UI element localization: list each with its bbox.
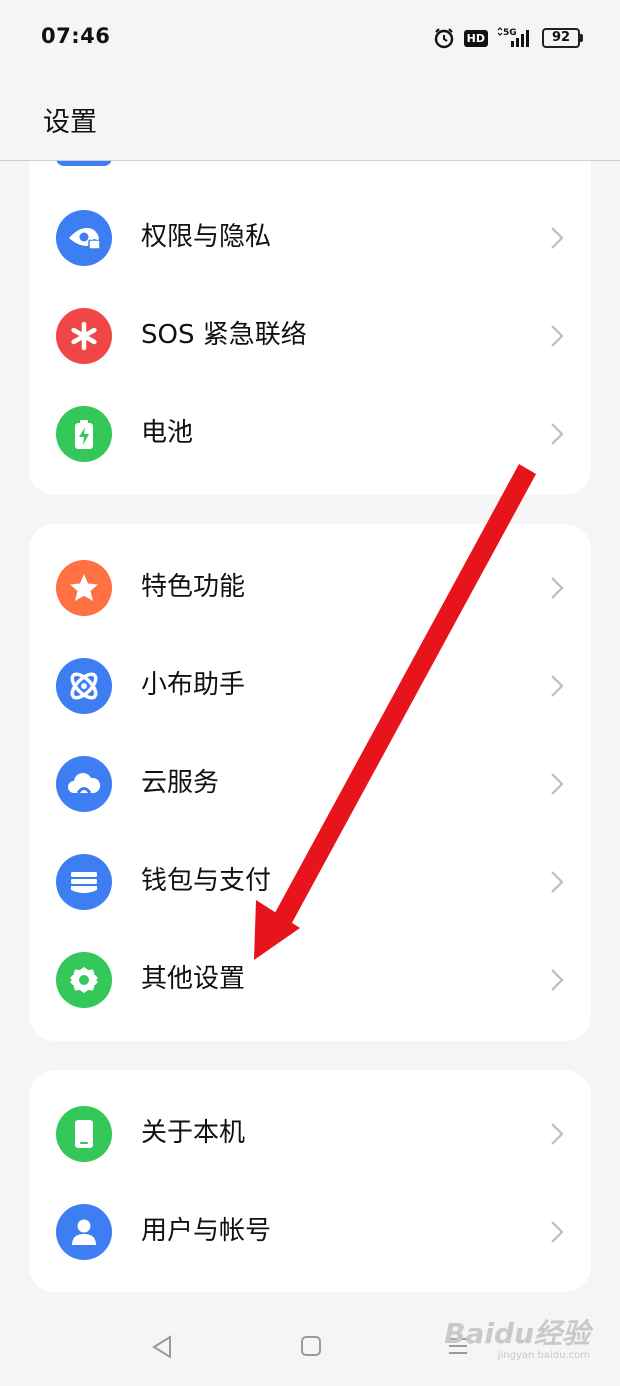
settings-item-label: 特色功能 [141, 572, 246, 602]
settings-item-label: 关于本机 [141, 1118, 246, 1148]
settings-item-other[interactable]: 其他设置 [29, 940, 591, 1020]
back-triangle-icon[interactable] [150, 1334, 174, 1360]
settings-item-label: 钱包与支付 [141, 866, 272, 896]
user-icon [56, 1204, 112, 1260]
hd-badge: HD [463, 29, 488, 47]
settings-item-cloud[interactable]: 云服务 [29, 744, 591, 824]
settings-group-3: 关于本机 用户与帐号 [29, 1070, 591, 1292]
wallet-icon [56, 854, 112, 910]
settings-item-about[interactable]: 关于本机 [29, 1094, 591, 1174]
chevron-right-icon [551, 325, 564, 347]
chevron-right-icon [551, 1221, 564, 1243]
settings-item-wallet[interactable]: 钱包与支付 [29, 842, 591, 922]
settings-item-features[interactable]: 特色功能 [29, 548, 591, 628]
battery-icon [56, 406, 112, 462]
alarm-icon [433, 27, 455, 49]
chevron-right-icon [551, 227, 564, 249]
chevron-right-icon [551, 1123, 564, 1145]
watermark-sub: jingyan.baidu.com [497, 1350, 590, 1361]
settings-item-label: 权限与隐私 [141, 222, 272, 252]
status-icons: HD 5G 92 [433, 24, 583, 52]
settings-item-label: 小布助手 [141, 670, 246, 700]
watermark-main: Baidu经验 [444, 1317, 590, 1350]
settings-item-label: SOS 紧急联络 [141, 320, 307, 350]
settings-item-label: 电池 [141, 418, 194, 448]
settings-item-label: 其他设置 [141, 964, 246, 994]
settings-group-1: 权限与隐私 SOS 紧急联络 电池 [29, 134, 591, 495]
chevron-right-icon [551, 773, 564, 795]
chevron-right-icon [551, 423, 564, 445]
eye-lock-icon [56, 210, 112, 266]
watermark: Baidu经验 jingyan.baidu.com [444, 1318, 590, 1362]
status-bar: 07:46 HD 5G 92 [0, 0, 620, 76]
chevron-right-icon [551, 675, 564, 697]
phone-icon [56, 1106, 112, 1162]
settings-item-assistant[interactable]: 小布助手 [29, 646, 591, 726]
network-type: 5G [503, 28, 517, 38]
chevron-right-icon [551, 871, 564, 893]
page-title: 设置 [43, 107, 97, 138]
chevron-right-icon [551, 969, 564, 991]
cloud-icon [56, 756, 112, 812]
settings-item-label: 云服务 [141, 768, 220, 798]
settings-group-2: 特色功能 小布助手 云服务 钱包与支付 其他设置 [29, 524, 591, 1041]
sos-asterisk-icon [56, 308, 112, 364]
settings-item-battery[interactable]: 电池 [29, 394, 591, 474]
settings-item-sos[interactable]: SOS 紧急联络 [29, 296, 591, 376]
status-time: 07:46 [41, 24, 111, 48]
gear-icon [56, 952, 112, 1008]
settings-item-privacy[interactable]: 权限与隐私 [29, 198, 591, 278]
assistant-icon [56, 658, 112, 714]
signal-5g-icon: 5G [497, 27, 533, 49]
battery-icon: 92 [542, 28, 583, 48]
chevron-right-icon [551, 577, 564, 599]
settings-item-label: 用户与帐号 [141, 1216, 272, 1246]
settings-item-accounts[interactable]: 用户与帐号 [29, 1192, 591, 1272]
home-square-icon[interactable] [299, 1334, 323, 1358]
page-header: 设置 [0, 76, 620, 161]
star-icon [56, 560, 112, 616]
